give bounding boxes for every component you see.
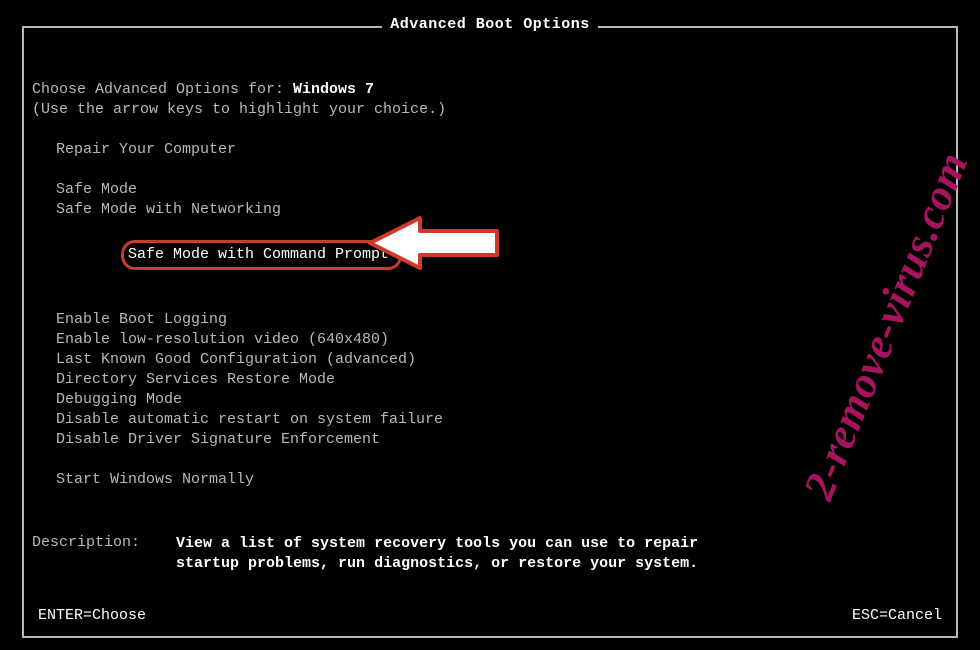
option-start-windows-normally[interactable]: Start Windows Normally	[56, 470, 948, 490]
option-ds-restore-mode[interactable]: Directory Services Restore Mode	[56, 370, 948, 390]
footer-bar: ENTER=Choose ESC=Cancel	[38, 607, 942, 624]
option-safe-mode-networking[interactable]: Safe Mode with Networking	[56, 200, 948, 220]
option-disable-auto-restart[interactable]: Disable automatic restart on system fail…	[56, 410, 948, 430]
description-text: View a list of system recovery tools you…	[176, 534, 736, 574]
option-group-repair: Repair Your Computer	[32, 140, 948, 160]
option-enable-boot-logging[interactable]: Enable Boot Logging	[56, 310, 948, 330]
choose-line: Choose Advanced Options for: Windows 7	[32, 80, 948, 100]
footer-esc: ESC=Cancel	[852, 607, 942, 624]
title-bar: Advanced Boot Options	[24, 16, 956, 33]
option-low-res-video[interactable]: Enable low-resolution video (640x480)	[56, 330, 948, 350]
option-group-advanced: Enable Boot Logging Enable low-resolutio…	[32, 310, 948, 450]
description-row: Description: View a list of system recov…	[32, 534, 948, 574]
option-group-normal: Start Windows Normally	[32, 470, 948, 490]
option-repair-your-computer[interactable]: Repair Your Computer	[56, 140, 948, 160]
option-safe-mode-command-prompt[interactable]: Safe Mode with Command Prompt	[56, 220, 948, 290]
option-last-known-good[interactable]: Last Known Good Configuration (advanced)	[56, 350, 948, 370]
option-group-safe-mode: Safe Mode Safe Mode with Networking Safe…	[32, 180, 948, 290]
page-title: Advanced Boot Options	[382, 16, 598, 33]
highlighted-option: Safe Mode with Command Prompt	[121, 240, 402, 270]
os-name: Windows 7	[293, 81, 374, 98]
option-debugging-mode[interactable]: Debugging Mode	[56, 390, 948, 410]
option-disable-driver-sig[interactable]: Disable Driver Signature Enforcement	[56, 430, 948, 450]
boot-options-frame: Advanced Boot Options Choose Advanced Op…	[22, 26, 958, 638]
footer-enter: ENTER=Choose	[38, 607, 146, 624]
content-area: Choose Advanced Options for: Windows 7 (…	[32, 50, 948, 628]
description-label: Description:	[32, 534, 176, 574]
hint-line: (Use the arrow keys to highlight your ch…	[32, 100, 948, 120]
choose-prefix: Choose Advanced Options for:	[32, 81, 293, 98]
option-safe-mode[interactable]: Safe Mode	[56, 180, 948, 200]
